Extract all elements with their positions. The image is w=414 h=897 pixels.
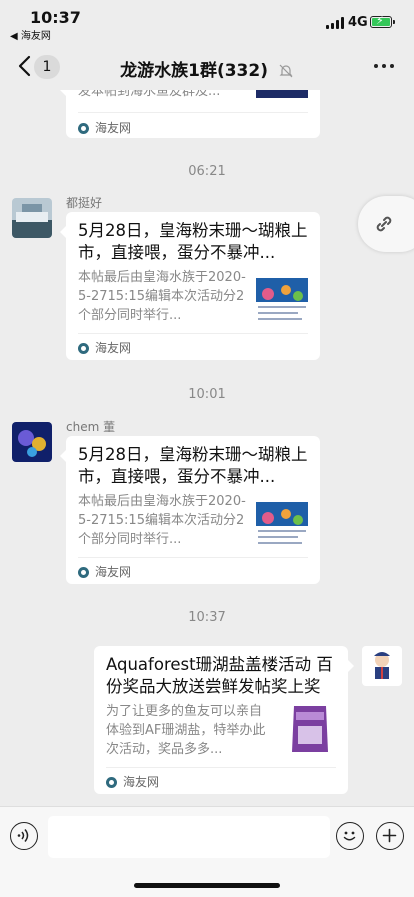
- chat-title: 龙游水族1群(332): [80, 56, 334, 81]
- card-thumbnail: [256, 90, 308, 98]
- more-dots-icon[interactable]: [374, 64, 394, 70]
- mute-bell-icon: [279, 64, 293, 78]
- status-time: 10:37: [30, 8, 81, 27]
- card-source: 海友网: [78, 339, 131, 356]
- message-list[interactable]: 发本帖到海水鱼友群及... 海友网 06:21 都挺好 5月28日，皇海粉末珊～…: [0, 90, 414, 806]
- shared-link-card[interactable]: 5月28日，皇海粉末珊～瑚粮上市，直接喂，蛋分不暴冲... 本帖最后由皇海水族于…: [60, 436, 320, 584]
- back-chevron-icon[interactable]: [16, 54, 36, 78]
- chat-title-text: 龙游水族1群(332): [120, 61, 268, 81]
- source-logo-icon: [106, 777, 117, 788]
- voice-icon[interactable]: [10, 822, 38, 850]
- card-title: 5月28日，皇海粉末珊～瑚粮上市，直接喂，蛋分不暴冲...: [78, 445, 308, 486]
- card-thumbnail: [256, 272, 308, 324]
- chat-header: 1 龙游水族1群(332): [0, 44, 414, 90]
- card-source: 海友网: [78, 119, 131, 136]
- source-logo-icon: [78, 343, 89, 354]
- message-timestamp: 10:01: [188, 387, 226, 402]
- shared-link-card[interactable]: Aquaforest珊湖盐盖楼活动 百份奖品大放送尝鲜发帖奖上奖 为了让更多的鱼…: [94, 646, 354, 794]
- source-logo-icon: [78, 123, 89, 134]
- network-type: 4G: [348, 15, 368, 30]
- card-source: 海友网: [106, 773, 159, 790]
- card-description: 为了让更多的鱼友可以亲自体验到AF珊湖盐，特举办此次活动，奖品多多...: [106, 704, 266, 757]
- message-input[interactable]: [48, 816, 330, 858]
- plus-icon[interactable]: [376, 822, 404, 850]
- shared-link-card[interactable]: 5月28日，皇海粉末珊～瑚粮上市，直接喂，蛋分不暴冲... 本帖最后由皇海水族于…: [60, 212, 320, 360]
- unread-badge[interactable]: 1: [34, 55, 60, 79]
- avatar[interactable]: [12, 422, 52, 462]
- card-description: 发本帖到海水鱼友群及...: [78, 90, 221, 99]
- sender-name: chem 董: [66, 420, 116, 434]
- card-description: 本帖最后由皇海水族于2020-5-2715:15编辑本次活动分2个部分同时举行.…: [78, 494, 246, 547]
- back-to-app-link[interactable]: ◀ 海友网: [10, 27, 51, 42]
- status-bar: 10:37 ◀ 海友网 4G ⚡: [0, 0, 414, 44]
- input-bar: [0, 806, 414, 897]
- message-timestamp: 06:21: [188, 164, 226, 179]
- avatar[interactable]: [362, 646, 402, 686]
- card-description: 本帖最后由皇海水族于2020-5-2715:15编辑本次活动分2个部分同时举行.…: [78, 270, 246, 323]
- message-timestamp: 10:37: [188, 610, 226, 625]
- floating-link-button[interactable]: [358, 196, 414, 252]
- home-indicator[interactable]: [134, 883, 280, 888]
- card-thumbnail: [284, 702, 336, 756]
- signal-icon: [326, 17, 344, 29]
- card-title: 5月28日，皇海粉末珊～瑚粮上市，直接喂，蛋分不暴冲...: [78, 221, 308, 262]
- source-logo-icon: [78, 567, 89, 578]
- shared-link-card[interactable]: 发本帖到海水鱼友群及... 海友网: [60, 90, 320, 138]
- card-thumbnail: [256, 496, 308, 548]
- battery-icon: ⚡: [370, 15, 395, 28]
- card-source: 海友网: [78, 563, 131, 580]
- link-icon: [376, 216, 392, 232]
- avatar[interactable]: [12, 198, 52, 238]
- emoji-icon[interactable]: [336, 822, 364, 850]
- sender-name: 都挺好: [66, 196, 103, 210]
- card-title: Aquaforest珊湖盐盖楼活动 百份奖品大放送尝鲜发帖奖上奖: [106, 655, 333, 696]
